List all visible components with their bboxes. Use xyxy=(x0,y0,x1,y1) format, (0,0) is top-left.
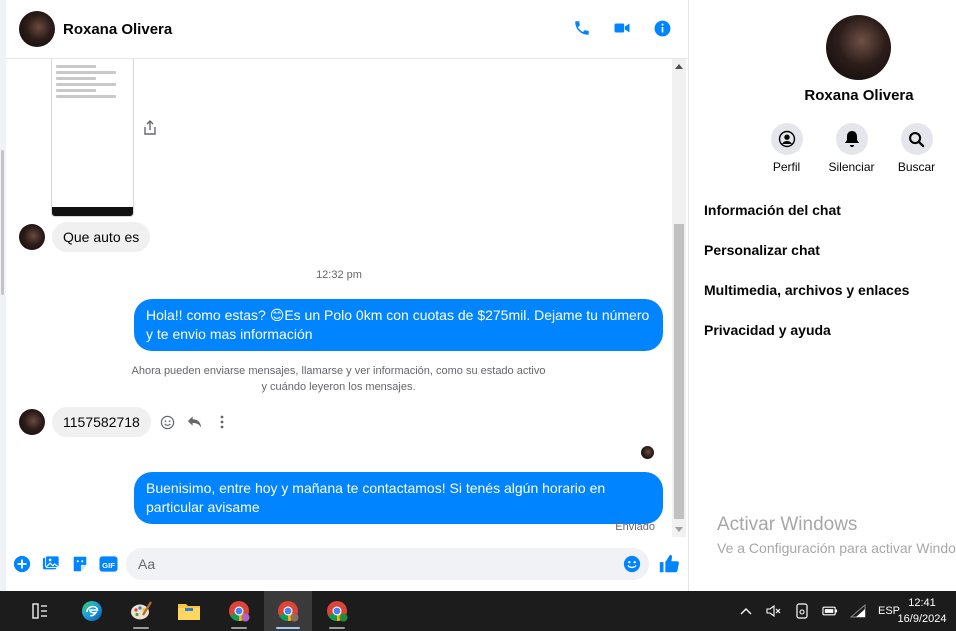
mute-button[interactable]: Silenciar xyxy=(828,123,875,174)
page-scrollbar-thumb[interactable] xyxy=(1,150,4,295)
search-button[interactable]: Buscar xyxy=(898,123,935,174)
profile-name: Roxana Olivera xyxy=(804,87,914,104)
system-tray: ESP xyxy=(738,591,900,631)
bell-icon[interactable] xyxy=(835,123,868,155)
info-icon[interactable] xyxy=(652,18,672,38)
menu-chat-info[interactable]: Información del chat xyxy=(704,198,909,238)
system-notice: Ahora pueden enviarse mensajes, llamarse… xyxy=(131,365,546,393)
file-explorer-icon[interactable] xyxy=(165,591,213,631)
menu-customize-chat[interactable]: Personalizar chat xyxy=(704,238,909,278)
photo-gallery-icon[interactable] xyxy=(41,555,60,574)
contact-avatar-small[interactable] xyxy=(19,224,45,250)
incoming-message-row: Que auto es xyxy=(19,222,151,252)
thumbs-up-icon[interactable] xyxy=(658,553,680,575)
react-emoji-icon[interactable] xyxy=(160,414,176,430)
seen-indicator-avatar xyxy=(641,446,654,459)
contact-name[interactable]: Roxana Olivera xyxy=(63,21,172,38)
incoming-message-bubble[interactable]: Que auto es xyxy=(52,222,151,252)
video-call-icon[interactable] xyxy=(612,18,632,38)
chat-header: Roxana Olivera xyxy=(6,0,688,59)
paint-app-icon[interactable] xyxy=(117,591,165,631)
speaker-muted-icon[interactable] xyxy=(766,603,782,619)
task-view-icon[interactable] xyxy=(16,591,64,631)
shared-screenshot-image[interactable] xyxy=(51,59,134,217)
message-timestamp: 12:32 pm xyxy=(316,269,362,281)
svg-text:GIF: GIF xyxy=(102,561,115,570)
sticker-icon[interactable] xyxy=(70,555,89,574)
outgoing-message-bubble[interactable]: Buenisimo, entre hoy y mañana te contact… xyxy=(134,472,663,524)
profile-icon[interactable] xyxy=(770,123,803,155)
add-plus-icon[interactable] xyxy=(12,555,31,574)
info-menu: Información del chat Personalizar chat M… xyxy=(704,198,909,358)
windows-taskbar: ESP 12:41 16/9/2024 xyxy=(0,591,956,631)
wifi-icon[interactable] xyxy=(850,603,866,619)
windows-activation-watermark: Activar Windows Ve a Configuración para … xyxy=(717,514,956,556)
profile-button[interactable]: Perfil xyxy=(769,123,804,174)
chrome-second-profile-icon[interactable] xyxy=(313,591,361,631)
gif-icon[interactable]: GIF xyxy=(99,555,118,574)
message-actions xyxy=(160,414,230,430)
message-composer: GIF xyxy=(6,537,688,591)
message-list[interactable]: Que auto es 12:32 pm Hola!! como estas? … xyxy=(6,59,672,537)
contact-avatar-small[interactable] xyxy=(19,409,45,435)
menu-media-files-links[interactable]: Multimedia, archivos y enlaces xyxy=(704,278,909,318)
device-icon[interactable] xyxy=(794,603,810,619)
chevron-up-icon[interactable] xyxy=(738,603,754,619)
incoming-message-bubble[interactable]: 1157582718 xyxy=(52,407,151,437)
chrome-active-profile-icon[interactable] xyxy=(264,591,312,631)
incoming-message-row: 1157582718 xyxy=(19,407,230,437)
contact-avatar[interactable] xyxy=(19,11,55,47)
search-icon[interactable] xyxy=(900,123,933,155)
message-scrollbar[interactable] xyxy=(672,59,686,537)
edge-browser-icon[interactable] xyxy=(68,591,116,631)
chrome-profile-icon[interactable] xyxy=(215,591,263,631)
scrollbar-thumb[interactable] xyxy=(674,224,684,519)
share-icon[interactable] xyxy=(143,120,159,136)
more-options-icon[interactable] xyxy=(214,414,230,430)
phone-call-icon[interactable] xyxy=(572,18,592,38)
scroll-down-icon[interactable] xyxy=(675,527,683,532)
message-status: Enviado xyxy=(615,521,655,533)
reply-icon[interactable] xyxy=(187,414,203,430)
message-input[interactable] xyxy=(126,548,649,580)
header-actions xyxy=(572,18,672,38)
outgoing-message-bubble[interactable]: Hola!! como estas? 😊Es un Polo 0km con c… xyxy=(134,299,663,351)
system-clock[interactable]: 12:41 16/9/2024 xyxy=(893,595,951,627)
scroll-up-icon[interactable] xyxy=(675,64,683,69)
emoji-icon[interactable] xyxy=(623,555,641,573)
chat-info-panel: Roxana Olivera Perfil Silenciar Buscar I… xyxy=(689,0,956,591)
battery-icon[interactable] xyxy=(822,603,838,619)
menu-privacy-help[interactable]: Privacidad y ayuda xyxy=(704,318,909,358)
profile-avatar-large[interactable] xyxy=(826,15,891,80)
